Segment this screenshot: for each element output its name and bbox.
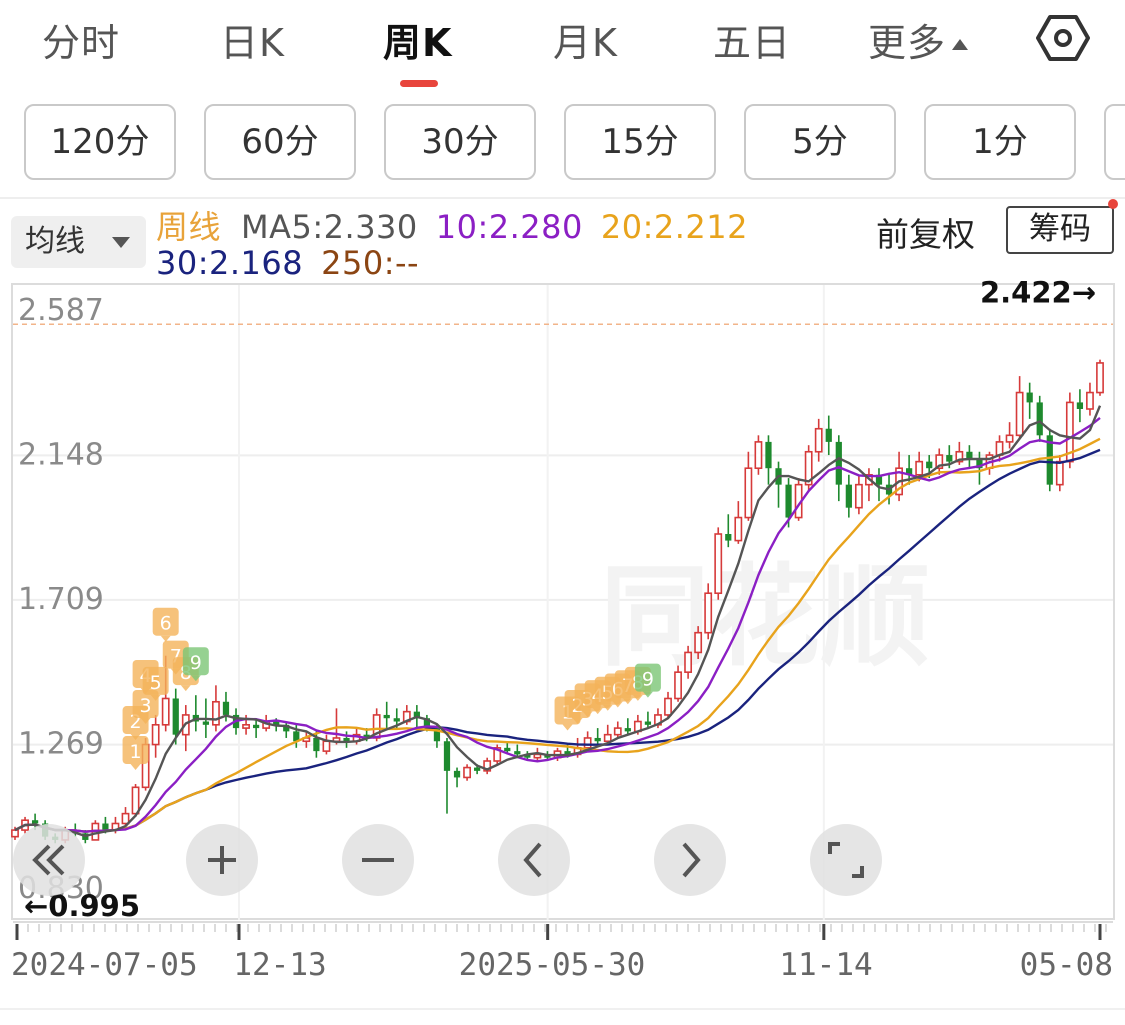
- highest-price-label: 2.422→: [980, 275, 1096, 309]
- ma20-line: [14, 437, 1101, 833]
- td-signal-marker: 6: [152, 607, 179, 642]
- y-tick-label: 1.709: [18, 582, 104, 617]
- candle-body: [131, 786, 140, 815]
- candle-body: [1015, 391, 1024, 437]
- candle-body: [474, 767, 481, 771]
- candle-body: [161, 697, 170, 726]
- zoom-in-button[interactable]: [186, 824, 258, 896]
- td-signal-label: 1: [130, 741, 142, 763]
- pan-left-button[interactable]: [498, 824, 570, 896]
- x-tick-label: 2025-05-30: [459, 947, 646, 983]
- candle-body: [1096, 362, 1104, 394]
- chevron-right-icon: [682, 842, 701, 878]
- candle-body: [504, 747, 511, 752]
- candle-body: [121, 812, 130, 825]
- td-signal-label: 6: [160, 613, 172, 635]
- td-signal-label: 9: [190, 652, 202, 674]
- candle-body: [212, 700, 220, 726]
- candle-body: [172, 698, 179, 735]
- candle-body: [835, 441, 842, 485]
- x-tick-label: 05-08: [1020, 947, 1113, 983]
- candle-body: [1036, 402, 1043, 436]
- candle-body: [734, 516, 743, 542]
- y-tick-label: 1.269: [18, 727, 104, 762]
- candle-body: [383, 714, 390, 719]
- candle-body: [322, 740, 331, 752]
- bottom-divider: [0, 1008, 1125, 1010]
- candle-body: [845, 484, 852, 508]
- y-tick-label: 2.587: [18, 293, 104, 328]
- fullscreen-button[interactable]: [810, 824, 882, 896]
- candle-body: [583, 737, 592, 749]
- candle-body: [785, 484, 792, 518]
- scroll-left-button[interactable]: [13, 824, 85, 896]
- candle-body: [242, 724, 250, 729]
- candle-body: [102, 823, 109, 831]
- candle-body: [825, 428, 832, 442]
- candle-body: [613, 727, 622, 736]
- td-signal-pointer: [562, 724, 573, 731]
- x-tick-label: 2024-07-05: [11, 947, 198, 983]
- td-signal-label: 9: [642, 669, 654, 691]
- y-tick-label: 2.148: [18, 437, 104, 472]
- td-signal-pointer: [130, 764, 141, 771]
- candle-body: [313, 737, 320, 752]
- candle-body: [674, 671, 682, 700]
- candle-body: [765, 441, 772, 469]
- double-chevron-left-icon: [32, 844, 65, 876]
- candle-body: [252, 724, 260, 729]
- candle-body: [1055, 460, 1064, 486]
- candle-body: [624, 728, 631, 732]
- pan-right-button[interactable]: [654, 824, 726, 896]
- candle-body: [151, 724, 160, 746]
- candle-body: [533, 753, 542, 759]
- candle-body: [754, 441, 763, 470]
- candle-body: [222, 701, 230, 715]
- plus-icon: [208, 846, 236, 874]
- candle-body: [453, 770, 461, 778]
- zoom-out-button[interactable]: [342, 824, 414, 896]
- td-signal-label: 5: [150, 672, 162, 694]
- candle-body: [594, 737, 601, 742]
- candle-body: [744, 467, 753, 519]
- minus-icon: [362, 858, 394, 862]
- candle-body: [854, 483, 863, 509]
- candle-body: [443, 741, 451, 771]
- candle-body: [463, 766, 471, 779]
- candle-body: [202, 721, 209, 725]
- candle-body: [1086, 391, 1094, 410]
- candle-body: [704, 592, 713, 634]
- candle-body: [966, 451, 973, 459]
- candle-body: [814, 427, 823, 453]
- candle-body: [393, 718, 400, 722]
- x-tick-label: 12-13: [233, 947, 326, 983]
- candle-body: [946, 455, 953, 462]
- watermark: 同花顺: [600, 553, 930, 681]
- candle-body: [603, 733, 612, 743]
- candle-body: [1005, 434, 1014, 443]
- candle-body: [31, 820, 39, 824]
- chevron-left-icon: [523, 842, 542, 878]
- candle-body: [694, 631, 703, 654]
- td-signal-pointer: [180, 685, 191, 692]
- candle-body: [514, 751, 521, 755]
- expand-corners-icon: [828, 842, 864, 878]
- candle-body: [644, 721, 652, 725]
- td-signal-label: 3: [140, 695, 152, 717]
- x-tick-label: 11-14: [779, 947, 872, 983]
- candle-body: [1026, 392, 1033, 403]
- candle-body: [714, 533, 723, 595]
- candle-body: [684, 651, 693, 673]
- candle-body: [725, 534, 732, 541]
- candle-body: [664, 697, 672, 716]
- candle-body: [926, 461, 933, 469]
- candle-body: [915, 460, 924, 476]
- candle-body: [1076, 402, 1084, 409]
